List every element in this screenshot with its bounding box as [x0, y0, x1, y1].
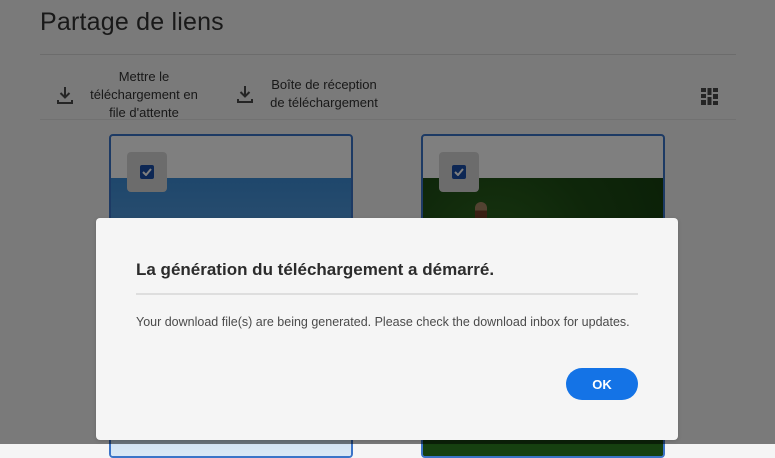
download-started-dialog: La génération du téléchargement a démarr…	[96, 218, 678, 440]
ok-button[interactable]: OK	[566, 368, 638, 400]
dialog-message: Your download file(s) are being generate…	[136, 315, 630, 329]
dialog-divider	[136, 293, 638, 295]
dialog-title: La génération du téléchargement a démarr…	[136, 260, 495, 279]
